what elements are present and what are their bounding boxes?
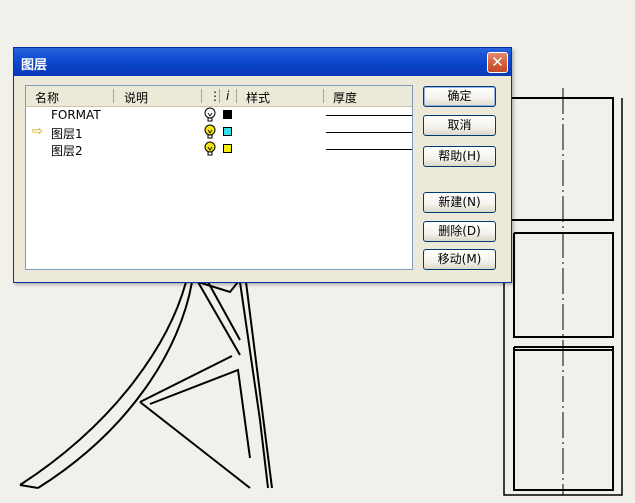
close-button[interactable]: ✕	[487, 52, 508, 73]
layer-color-swatch[interactable]	[223, 110, 232, 119]
thickness-line[interactable]	[326, 149, 412, 150]
column-header-color[interactable]: i	[226, 89, 229, 103]
column-separator[interactable]	[236, 89, 237, 103]
help-button[interactable]: 帮助(H)	[423, 146, 496, 167]
dialog-title: 图层	[21, 58, 48, 73]
column-header-linestyle[interactable]: 样式	[246, 89, 270, 106]
cancel-button[interactable]: 取消	[423, 115, 496, 136]
close-icon: ✕	[491, 53, 504, 71]
column-header-name[interactable]: 名称	[35, 89, 59, 106]
ok-button[interactable]: 确定	[423, 86, 496, 107]
layer-name: FORMAT	[51, 108, 101, 122]
layer-name: 图层2	[51, 144, 83, 158]
layer-name: 图层1	[51, 127, 83, 141]
column-separator[interactable]	[113, 89, 114, 103]
layers-list[interactable]: 名称 说明 ⋮ i 样式 厚度 FORMAT ⇨ 图层1 图层2	[25, 85, 413, 270]
dialog-title-bar[interactable]: 图层 ✕	[14, 48, 511, 76]
new-layer-button[interactable]: 新建(N)	[423, 192, 496, 213]
move-layer-button[interactable]: 移动(M)	[423, 249, 496, 270]
column-header-thickness[interactable]: 厚度	[333, 89, 357, 106]
layers-dialog: 图层 ✕ 名称 说明 ⋮ i 样式 厚度 FORMAT ⇨ 图层1 图层2 确定…	[13, 47, 512, 283]
delete-layer-button[interactable]: 删除(D)	[423, 221, 496, 242]
column-separator[interactable]	[219, 89, 220, 103]
layer-color-swatch[interactable]	[223, 144, 232, 153]
lightbulb-icon[interactable]	[203, 141, 217, 157]
layer-row-2[interactable]: 图层2	[26, 141, 412, 158]
thickness-line[interactable]	[326, 115, 412, 116]
column-header-description[interactable]: 说明	[124, 89, 148, 106]
lightbulb-icon[interactable]	[203, 124, 217, 140]
lightbulb-icon[interactable]	[203, 107, 217, 123]
active-layer-arrow-icon: ⇨	[32, 124, 43, 139]
thickness-line[interactable]	[326, 132, 412, 133]
column-separator[interactable]	[323, 89, 324, 103]
layer-color-swatch[interactable]	[223, 127, 232, 136]
column-separator[interactable]	[201, 89, 202, 103]
layer-row-format[interactable]: FORMAT	[26, 107, 412, 124]
layer-row-1[interactable]: ⇨ 图层1	[26, 124, 412, 141]
layers-list-header: 名称 说明 ⋮ i 样式 厚度	[26, 86, 412, 107]
